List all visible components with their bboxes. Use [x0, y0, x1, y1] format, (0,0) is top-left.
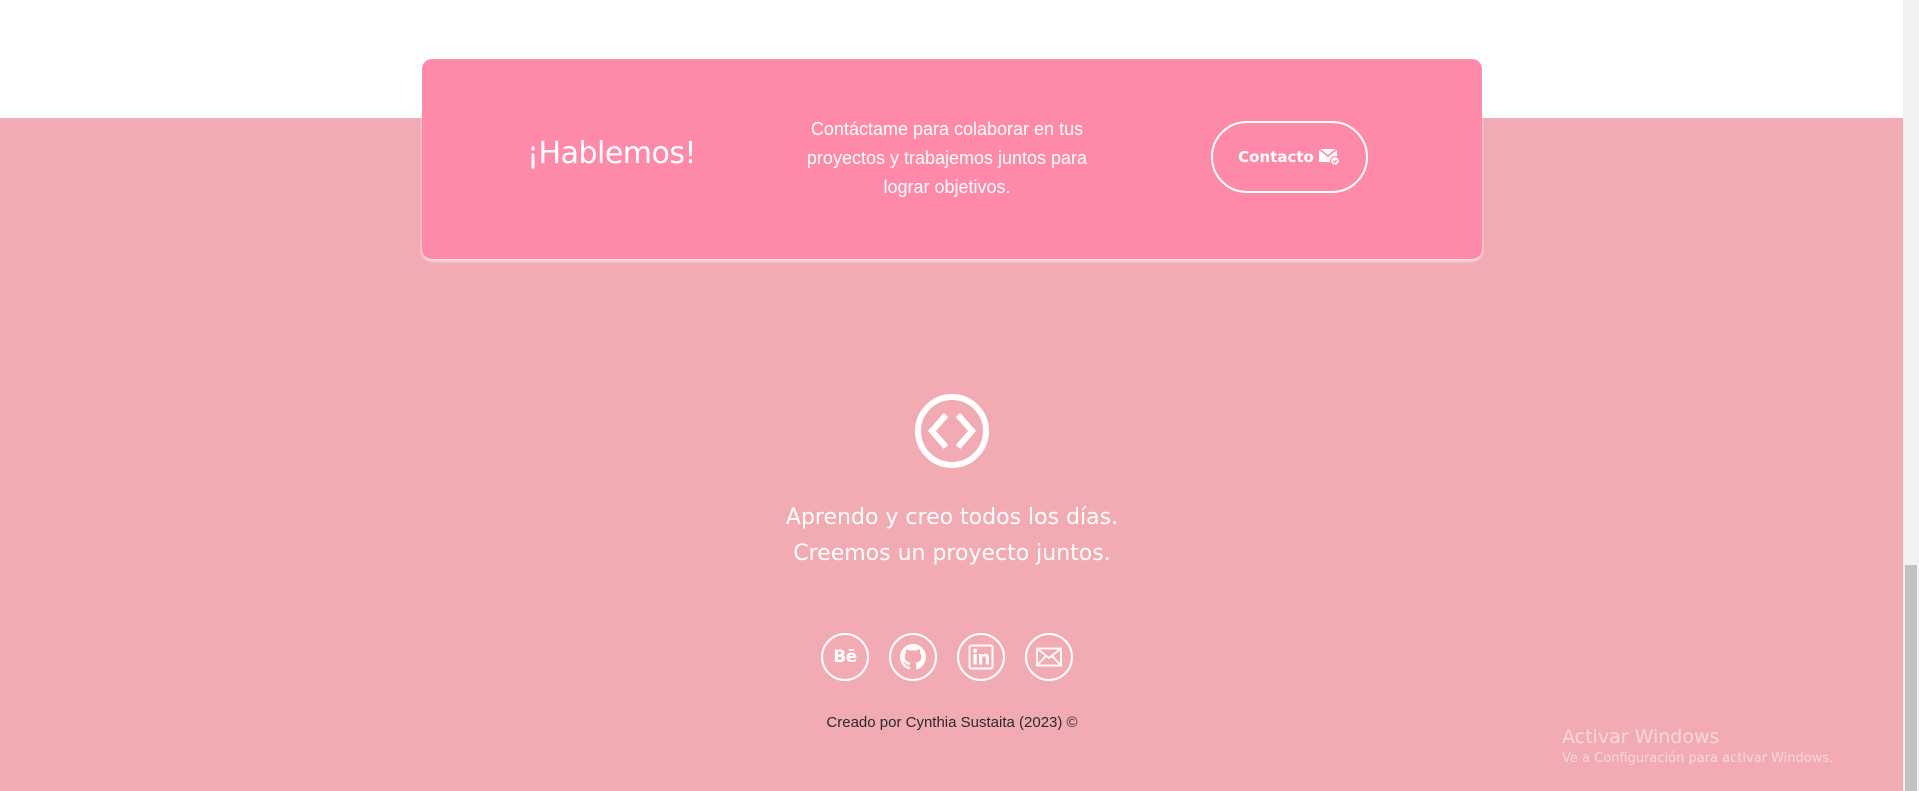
github-link[interactable]	[889, 633, 937, 681]
tagline-line-1: Aprendo y creo todos los días.	[785, 505, 1119, 530]
windows-activation-watermark: Activar Windows Ve a Configuración para …	[1562, 724, 1833, 768]
mail-badge-icon	[1318, 148, 1341, 166]
social-links: Bē	[821, 633, 1073, 681]
watermark-title: Activar Windows	[1562, 726, 1720, 748]
contact-button-label: Contacto	[1238, 148, 1314, 166]
footer-tagline: Aprendo y creo todos los días. Creemos u…	[652, 500, 1252, 572]
watermark-subtitle: Ve a Configuración para activar Windows.	[1562, 751, 1834, 766]
cta-title: ¡Hablemos!	[527, 136, 697, 171]
cta-description: Contáctame para colaborar en tus proyect…	[806, 119, 1088, 197]
envelope-icon	[1036, 647, 1062, 667]
footer-credits: Creado por Cynthia Sustaita (2023) ©	[826, 714, 1078, 731]
behance-link[interactable]: Bē	[821, 633, 869, 681]
contact-button[interactable]: Contacto	[1211, 121, 1368, 193]
code-brackets-icon	[913, 392, 991, 470]
github-icon	[900, 644, 926, 670]
contact-cta-card: ¡Hablemos! Contáctame para colaborar en …	[422, 59, 1482, 259]
tagline-line-2: Creemos un proyecto juntos.	[793, 541, 1111, 566]
behance-icon: Bē	[833, 647, 857, 667]
email-link[interactable]	[1025, 633, 1073, 681]
page-scrollbar[interactable]	[1903, 0, 1919, 791]
page: ¡Hablemos! Contáctame para colaborar en …	[0, 0, 1919, 791]
scrollbar-thumb[interactable]	[1905, 565, 1917, 791]
linkedin-icon	[968, 644, 994, 670]
linkedin-link[interactable]	[957, 633, 1005, 681]
